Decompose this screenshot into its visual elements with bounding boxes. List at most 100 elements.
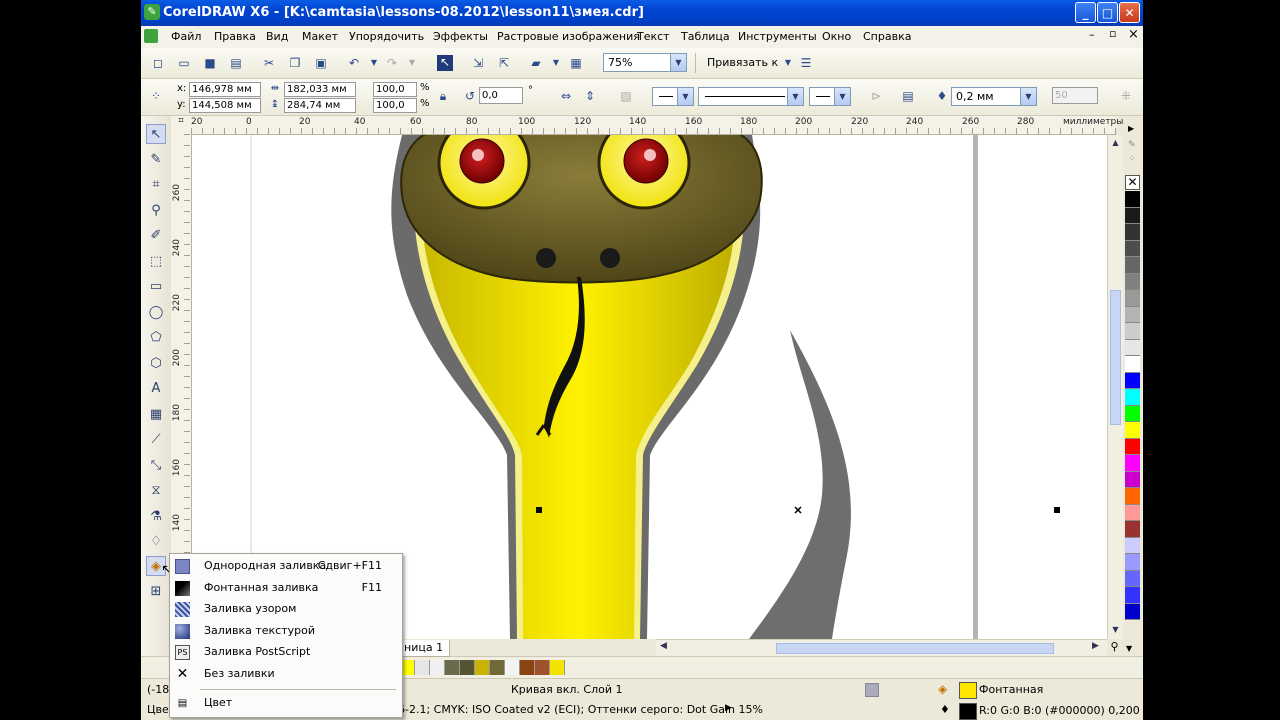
export-icon[interactable]: ⇱ xyxy=(497,56,511,70)
eyedropper-tool-icon[interactable]: ⚗ xyxy=(146,507,166,527)
palette-swatch[interactable] xyxy=(1125,339,1140,356)
mirror-horizontal-icon[interactable]: ⇔ xyxy=(559,89,573,103)
crop-tool-icon[interactable]: ⌗ xyxy=(146,175,166,195)
palette-swatch[interactable] xyxy=(1125,207,1140,224)
palette-swatch[interactable] xyxy=(1125,554,1140,571)
x-position-field[interactable]: 146,978 мм xyxy=(189,82,261,97)
horizontal-ruler[interactable]: 20 0 20 40 60 80 100 120 140 160 180 200… xyxy=(191,116,1123,135)
close-curve-icon[interactable]: ⊳ xyxy=(869,89,883,103)
fountain-fill-item[interactable]: Фонтанная заливка F11 xyxy=(170,578,402,599)
palette-swatch[interactable] xyxy=(1125,603,1140,620)
doc-restore-button[interactable]: ▫ xyxy=(1109,27,1116,40)
options-icon[interactable]: ☰ xyxy=(799,56,813,70)
menu-view[interactable]: Вид xyxy=(266,30,288,43)
redo-icon[interactable]: ↷ xyxy=(385,56,399,70)
palette-swatch[interactable] xyxy=(1125,356,1140,373)
freehand-tool-icon[interactable]: ✐ xyxy=(146,226,166,246)
menu-effects[interactable]: Эффекты xyxy=(433,30,488,43)
play-icon[interactable]: ▶ xyxy=(1128,124,1134,133)
title-bar[interactable]: ✎ CorelDRAW X6 - [K:\camtasia\lessons-08… xyxy=(141,0,1143,26)
rotation-angle-field[interactable]: 0,0 xyxy=(479,87,523,104)
menu-arrange[interactable]: Упорядочить xyxy=(349,30,424,43)
print-icon[interactable]: ▤ xyxy=(229,56,243,70)
color-palette[interactable] xyxy=(1124,191,1141,661)
y-position-field[interactable]: 144,508 мм xyxy=(189,98,261,113)
scroll-thumb[interactable] xyxy=(1110,290,1121,425)
document-palette-swatch[interactable] xyxy=(520,660,535,675)
shape-tool-icon[interactable]: ✎ xyxy=(146,150,166,170)
palette-swatch[interactable] xyxy=(1125,504,1140,521)
palette-scroll-icon[interactable]: ▼ xyxy=(1126,644,1132,653)
color-docker-item[interactable]: ▤ Цвет xyxy=(170,693,402,714)
mirror-vertical-icon[interactable]: ⇕ xyxy=(583,89,597,103)
no-color-swatch[interactable]: ✕ xyxy=(1125,175,1140,190)
dimension-tool-icon[interactable]: ⟋ xyxy=(146,430,166,450)
welcome-screen-icon[interactable]: ▦ xyxy=(569,56,583,70)
snap-to-label[interactable]: Привязать к xyxy=(707,56,778,69)
docker-tab-icon[interactable]: ✎ xyxy=(1128,140,1136,150)
palette-swatch[interactable] xyxy=(1125,471,1140,488)
menu-bitmaps[interactable]: Растровые изображения xyxy=(497,30,640,43)
minimize-button[interactable]: _ xyxy=(1075,2,1096,23)
palette-swatch[interactable] xyxy=(1125,372,1140,389)
wrap-text-icon[interactable]: ▤ xyxy=(901,89,915,103)
palette-swatch[interactable] xyxy=(1125,438,1140,455)
object-origin-icon[interactable]: ⁘ xyxy=(149,89,163,103)
scroll-left-icon[interactable]: ◀ xyxy=(660,641,667,651)
document-palette-swatch[interactable] xyxy=(475,660,490,675)
copy-icon[interactable]: ❐ xyxy=(288,56,302,70)
palette-swatch[interactable] xyxy=(1125,389,1140,406)
menu-help[interactable]: Справка xyxy=(863,30,911,43)
zoom-level-combo[interactable]: 75% ▼ xyxy=(603,53,687,72)
text-tool-icon[interactable]: A xyxy=(146,379,166,399)
postscript-fill-item[interactable]: PS Заливка PostScript xyxy=(170,642,402,663)
palette-swatch[interactable] xyxy=(1125,273,1140,290)
doc-minimize-button[interactable]: – xyxy=(1089,28,1095,41)
selection-handle[interactable] xyxy=(1054,507,1060,513)
outline-tool-icon[interactable]: ♢ xyxy=(146,532,166,552)
more-options-icon[interactable]: ⁜ xyxy=(1119,89,1133,103)
ruler-origin[interactable]: ⌗ xyxy=(171,116,192,135)
interactive-fill-tool-icon[interactable]: ⊞ xyxy=(146,582,166,602)
outline-width-combo[interactable]: 0,2 мм ▼ xyxy=(951,87,1037,106)
document-palette-swatch[interactable] xyxy=(445,660,460,675)
outline-number-field[interactable]: 50 xyxy=(1052,87,1098,104)
vertical-scrollbar[interactable]: ▲ ▼ xyxy=(1107,135,1123,639)
scroll-right-icon[interactable]: ▶ xyxy=(1092,641,1099,651)
palette-swatch[interactable] xyxy=(1125,290,1140,307)
undo-dropdown-icon[interactable]: ▼ xyxy=(367,56,381,70)
open-icon[interactable]: ▭ xyxy=(177,56,191,70)
horizontal-scrollbar[interactable]: ◀ ▶ xyxy=(656,639,1107,657)
document-palette-swatch[interactable] xyxy=(535,660,550,675)
palette-swatch[interactable] xyxy=(1125,537,1140,554)
height-field[interactable]: 284,74 мм xyxy=(284,98,356,113)
blend-tool-icon[interactable]: ⧖ xyxy=(146,481,166,501)
redo-dropdown-icon[interactable]: ▼ xyxy=(405,56,419,70)
width-field[interactable]: 182,033 мм xyxy=(284,82,356,97)
lock-ratio-icon[interactable]: 🔒︎ xyxy=(436,89,450,103)
profile-arrow-icon[interactable]: ▶ xyxy=(725,703,732,713)
save-icon[interactable]: ■ xyxy=(203,56,217,70)
center-mark-icon[interactable] xyxy=(794,506,802,514)
document-palette-swatch[interactable] xyxy=(460,660,475,675)
document-palette-swatch[interactable] xyxy=(505,660,520,675)
cut-icon[interactable]: ✂ xyxy=(262,56,276,70)
scroll-up-icon[interactable]: ▲ xyxy=(1109,136,1122,150)
basic-shapes-tool-icon[interactable]: ⬡ xyxy=(146,354,166,374)
polygon-tool-icon[interactable]: ⬠ xyxy=(146,328,166,348)
scroll-down-icon[interactable]: ▼ xyxy=(1109,623,1122,637)
pattern-fill-item[interactable]: Заливка узором xyxy=(170,599,402,620)
convert-icon[interactable]: ▧ xyxy=(619,89,633,103)
document-palette-swatch[interactable] xyxy=(415,660,430,675)
selection-handle[interactable] xyxy=(536,507,542,513)
search-content-icon[interactable]: ↖ xyxy=(437,55,453,71)
connector-tool-icon[interactable]: ⤡ xyxy=(146,456,166,476)
palette-swatch[interactable] xyxy=(1125,405,1140,422)
close-button[interactable]: ✕ xyxy=(1119,2,1140,23)
menu-text[interactable]: Текст xyxy=(637,30,670,43)
line-style-combo[interactable]: ▼ xyxy=(698,87,804,106)
scale-y-field[interactable]: 100,0 xyxy=(373,98,417,113)
zoom-navigator-icon[interactable]: ⚲ xyxy=(1107,640,1122,656)
publish-dropdown-icon[interactable]: ▼ xyxy=(549,56,563,70)
color-profile-info[interactable]: 6-2.1; CMYK: ISO Coated v2 (ECI); Оттенк… xyxy=(398,703,763,716)
